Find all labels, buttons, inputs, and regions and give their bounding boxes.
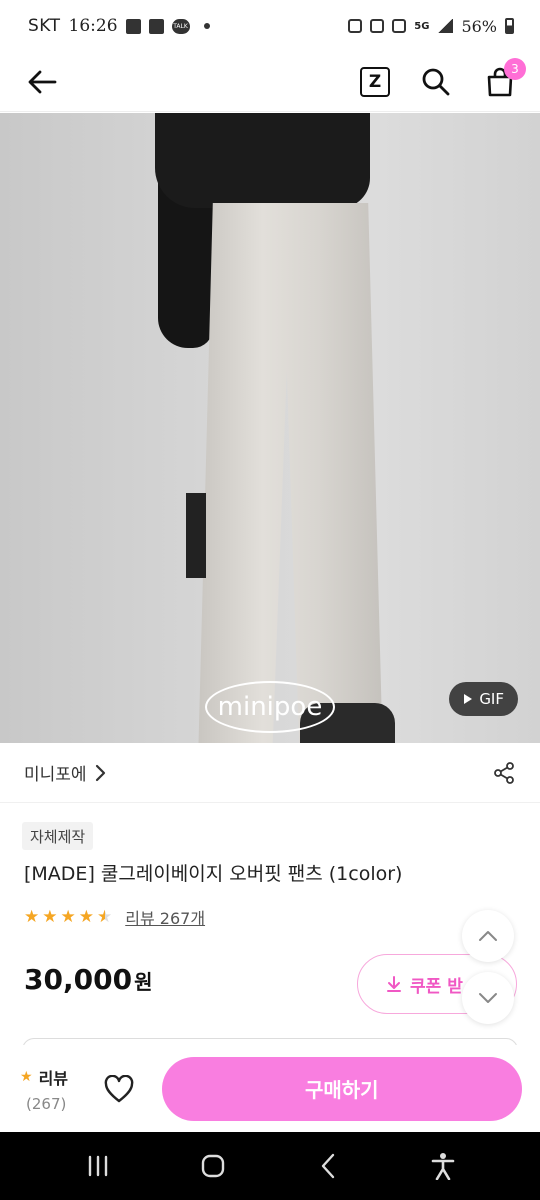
notification-icon — [148, 18, 164, 34]
brand-row: 미니포에 — [0, 743, 540, 803]
price-value: 30,000 — [24, 963, 133, 996]
image-sweater — [155, 113, 370, 208]
star-icon: ★ — [78, 906, 94, 927]
price-currency: 원 — [134, 970, 153, 994]
product-image[interactable]: minipoe GIF — [0, 113, 540, 743]
more-notifications-icon — [203, 23, 210, 29]
share-icon — [494, 761, 514, 784]
cart-count-badge: 3 — [504, 57, 526, 80]
scroll-top-button[interactable] — [462, 910, 514, 962]
star-icon: ★ — [24, 906, 40, 927]
purchase-bar: ★ 리뷰 (267) 구매하기 — [0, 1045, 540, 1132]
cart-button[interactable]: 3 — [482, 57, 526, 100]
brand-watermark: minipoe — [205, 681, 335, 733]
back-button[interactable] — [22, 62, 62, 102]
status-left: SKT 16:26 TALK — [28, 16, 210, 36]
product-price: 30,000 원 — [24, 963, 152, 996]
chevron-left-icon — [321, 1153, 334, 1179]
brand-name-link[interactable]: 미니포에 — [24, 760, 87, 785]
battery-icon — [505, 18, 514, 34]
battery-percent: 56% — [461, 16, 497, 36]
image-bag-strap — [186, 493, 206, 578]
gif-label: GIF — [479, 690, 504, 708]
share-button[interactable] — [492, 761, 516, 785]
product-tag: 자체제작 — [22, 822, 94, 850]
lock-icon — [348, 19, 363, 33]
review-label: 리뷰 — [38, 1068, 69, 1088]
notification-icon — [125, 18, 141, 34]
carrier-label: SKT — [28, 16, 61, 36]
system-nav-bar — [0, 1132, 540, 1200]
review-summary-button[interactable]: ★ 리뷰 (267) — [20, 1065, 80, 1113]
buy-button[interactable]: 구매하기 — [161, 1056, 522, 1121]
home-button[interactable] — [183, 1141, 243, 1191]
app-header: Z 3 — [0, 52, 540, 112]
half-star-icon: ★ — [97, 906, 113, 927]
home-icon — [201, 1154, 224, 1178]
review-summary-top: ★ 리뷰 — [20, 1065, 68, 1089]
status-bar: SKT 16:26 TALK 5G 56% — [0, 0, 540, 52]
star-icon: ★ — [60, 906, 76, 927]
header-actions: Z 3 — [360, 57, 526, 100]
coupon-label: 쿠폰 받 — [410, 976, 463, 997]
back-arrow-icon — [28, 70, 57, 93]
review-count: (267) — [26, 1094, 67, 1113]
signal-icon — [437, 19, 454, 33]
image-pants — [198, 203, 383, 743]
status-right: 5G 56% — [348, 17, 514, 36]
star-icon: ★ — [20, 1068, 33, 1085]
zigzag-z-icon[interactable]: Z — [360, 66, 390, 97]
mute-icon — [392, 19, 407, 33]
recent-apps-icon — [88, 1155, 107, 1177]
kakaotalk-icon: TALK — [171, 18, 190, 34]
rating-row: ★ ★ ★ ★ ★ 리뷰 267개 — [24, 905, 205, 929]
search-button[interactable] — [418, 64, 454, 100]
back-nav-button[interactable] — [298, 1141, 358, 1191]
network-5g-icon: 5G — [414, 20, 430, 32]
star-icon: ★ — [42, 906, 58, 927]
clock: 16:26 — [68, 16, 118, 36]
search-icon — [422, 68, 450, 95]
review-count-link[interactable]: 리뷰 267개 — [125, 905, 205, 929]
alarm-icon — [370, 19, 385, 33]
chevron-up-icon — [479, 931, 497, 941]
download-icon — [387, 976, 401, 992]
play-icon — [464, 694, 473, 704]
wishlist-button[interactable] — [94, 1064, 144, 1114]
recent-apps-button[interactable] — [68, 1141, 128, 1191]
accessibility-icon — [431, 1153, 454, 1180]
product-title: [MADE] 쿨그레이베이지 오버핏 팬츠 (1color) — [24, 863, 403, 885]
chevron-down-icon — [479, 993, 497, 1003]
gif-button[interactable]: GIF — [449, 682, 518, 716]
accessibility-button[interactable] — [413, 1141, 473, 1191]
heart-icon — [104, 1074, 133, 1102]
chevron-right-icon[interactable] — [95, 764, 107, 782]
scroll-bottom-button[interactable] — [462, 972, 514, 1024]
